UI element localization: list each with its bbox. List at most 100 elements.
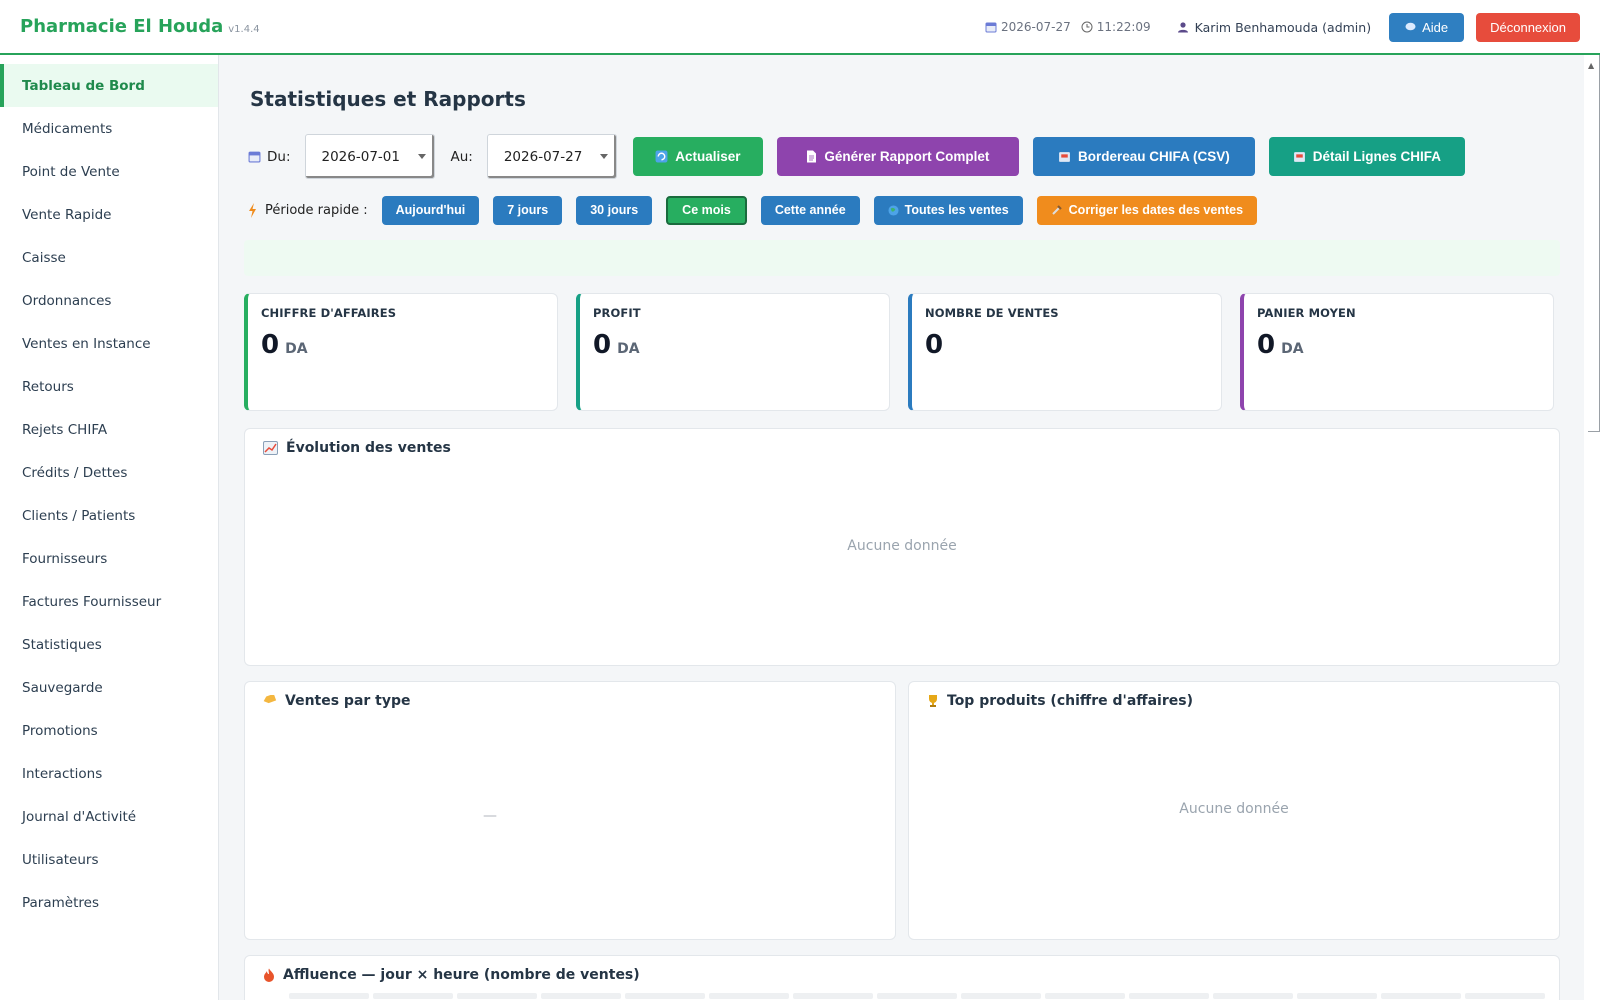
quick-all-sales-button[interactable]: Toutes les ventes bbox=[873, 195, 1023, 225]
sidebar-item-promotions[interactable]: Promotions bbox=[0, 709, 218, 752]
top-products-card: Top produits (chiffre d'affaires) Aucune… bbox=[908, 681, 1560, 940]
tools-icon bbox=[1051, 204, 1063, 216]
to-date-input[interactable]: 2026-07-27 bbox=[486, 134, 617, 179]
main-content: Statistiques et Rapports Du: 2026-07-01 … bbox=[220, 57, 1584, 1000]
kpi-card-sales-count: NOMBRE DE VENTES 0 bbox=[908, 293, 1222, 411]
help-label: Aide bbox=[1422, 19, 1449, 35]
fix-sale-dates-button[interactable]: Corriger les dates des ventes bbox=[1036, 195, 1258, 225]
chifa-csv-label: Bordereau CHIFA (CSV) bbox=[1077, 149, 1230, 164]
heatmap-cell bbox=[1297, 993, 1377, 999]
heatmap-cell bbox=[1129, 993, 1209, 999]
quick-period-label-group: Période rapide : bbox=[248, 202, 368, 218]
app-version: v1.4.4 bbox=[228, 24, 260, 35]
kpi-avg-basket-value-group: 0 DA bbox=[1257, 330, 1553, 360]
speech-bubble-icon bbox=[1405, 22, 1416, 32]
trophy-icon bbox=[927, 694, 939, 708]
page-scrollbar[interactable]: ▲ bbox=[1584, 55, 1600, 1000]
sidebar-item-point-de-vente[interactable]: Point de Vente bbox=[0, 150, 218, 193]
sidebar-item-medicaments[interactable]: Médicaments bbox=[0, 107, 218, 150]
sales-by-type-card: Ventes par type — bbox=[244, 681, 896, 940]
scroll-up-arrow-icon[interactable]: ▲ bbox=[1588, 61, 1594, 70]
kpi-profit-unit: DA bbox=[617, 341, 640, 357]
document-icon bbox=[806, 150, 817, 163]
sidebar-item-interactions[interactable]: Interactions bbox=[0, 752, 218, 795]
affluence-heatmap-card: Affluence — jour × heure (nombre de vent… bbox=[244, 955, 1560, 1000]
sidebar-item-ordonnances[interactable]: Ordonnances bbox=[0, 279, 218, 322]
quick-this-month-button[interactable]: Ce mois bbox=[666, 195, 747, 225]
affluence-title: Affluence — jour × heure (nombre de vent… bbox=[283, 967, 640, 983]
kpi-card-avg-basket: PANIER MOYEN 0 DA bbox=[1240, 293, 1554, 411]
refresh-button[interactable]: Actualiser bbox=[632, 137, 763, 176]
top-products-title: Top produits (chiffre d'affaires) bbox=[947, 693, 1193, 709]
sidebar: Tableau de Bord Médicaments Point de Ven… bbox=[0, 55, 219, 1000]
sales-evolution-empty: Aucune donnée bbox=[847, 538, 957, 554]
sidebar-item-credits-dettes[interactable]: Crédits / Dettes bbox=[0, 451, 218, 494]
heatmap-cell bbox=[1045, 993, 1125, 999]
sales-evolution-card: Évolution des ventes Aucune donnée bbox=[244, 428, 1560, 666]
logout-button[interactable]: Déconnexion bbox=[1476, 12, 1580, 42]
sidebar-item-tableau-de-bord[interactable]: Tableau de Bord bbox=[0, 64, 218, 107]
kpi-avg-basket-value: 0 bbox=[1257, 330, 1276, 360]
generate-report-label: Générer Rapport Complet bbox=[824, 149, 990, 164]
heatmap-cell bbox=[1381, 993, 1461, 999]
tag-icon bbox=[263, 695, 277, 707]
sales-by-type-title-group: Ventes par type bbox=[263, 693, 411, 709]
app-name: Pharmacie El Houda bbox=[20, 16, 224, 37]
affluence-title-group: Affluence — jour × heure (nombre de vent… bbox=[263, 967, 640, 983]
quick-all-sales-label: Toutes les ventes bbox=[904, 203, 1009, 217]
chart-up-icon bbox=[263, 441, 278, 455]
quick-today-button[interactable]: Aujourd'hui bbox=[381, 195, 480, 225]
sidebar-item-ventes-en-instance[interactable]: Ventes en Instance bbox=[0, 322, 218, 365]
heatmap-cell bbox=[541, 993, 621, 999]
top-products-title-group: Top produits (chiffre d'affaires) bbox=[927, 693, 1193, 709]
sidebar-item-journal-activite[interactable]: Journal d'Activité bbox=[0, 795, 218, 838]
quick-30-days-button[interactable]: 30 jours bbox=[576, 195, 653, 225]
sidebar-item-vente-rapide[interactable]: Vente Rapide bbox=[0, 193, 218, 236]
kpi-avg-basket-label: PANIER MOYEN bbox=[1257, 306, 1356, 320]
inbox-icon bbox=[1293, 150, 1306, 163]
kpi-avg-basket-unit: DA bbox=[1281, 341, 1304, 357]
chifa-csv-button[interactable]: Bordereau CHIFA (CSV) bbox=[1032, 137, 1255, 176]
sidebar-item-clients-patients[interactable]: Clients / Patients bbox=[0, 494, 218, 537]
kpi-profit-value: 0 bbox=[593, 330, 612, 360]
inbox-icon bbox=[1058, 150, 1071, 163]
from-date-input[interactable]: 2026-07-01 bbox=[304, 134, 435, 179]
kpi-sales-count-label: NOMBRE DE VENTES bbox=[925, 306, 1059, 320]
heatmap-cell bbox=[1213, 993, 1293, 999]
sidebar-item-factures-fournisseur[interactable]: Factures Fournisseur bbox=[0, 580, 218, 623]
top-bar: Pharmacie El Houda v1.4.4 2026-07-27 11:… bbox=[0, 0, 1600, 55]
fire-icon bbox=[263, 968, 275, 982]
current-time: 11:22:09 bbox=[1096, 20, 1151, 34]
kpi-revenue-label: CHIFFRE D'AFFAIRES bbox=[261, 306, 397, 320]
sidebar-item-caisse[interactable]: Caisse bbox=[0, 236, 218, 279]
kpi-sales-count-value: 0 bbox=[925, 330, 944, 360]
quick-this-year-button[interactable]: Cette année bbox=[760, 195, 860, 225]
help-button[interactable]: Aide bbox=[1389, 12, 1465, 42]
heatmap-cell bbox=[1465, 993, 1545, 999]
current-date: 2026-07-27 bbox=[1001, 20, 1071, 34]
sidebar-item-rejets-chifa[interactable]: Rejets CHIFA bbox=[0, 408, 218, 451]
calendar-icon bbox=[985, 21, 997, 33]
sidebar-item-statistiques[interactable]: Statistiques bbox=[0, 623, 218, 666]
heatmap-cell bbox=[877, 993, 957, 999]
header-date: 2026-07-27 bbox=[985, 20, 1071, 34]
kpi-profit-label: PROFIT bbox=[593, 306, 641, 320]
sidebar-item-parametres[interactable]: Paramètres bbox=[0, 881, 218, 924]
quick-7-days-button[interactable]: 7 jours bbox=[493, 195, 563, 225]
current-user: Karim Benhamouda (admin) bbox=[1177, 20, 1371, 35]
heatmap-cell bbox=[625, 993, 705, 999]
sales-by-type-title: Ventes par type bbox=[285, 693, 411, 709]
heatmap-cell bbox=[457, 993, 537, 999]
fix-sale-dates-label: Corriger les dates des ventes bbox=[1068, 203, 1244, 217]
sidebar-item-fournisseurs[interactable]: Fournisseurs bbox=[0, 537, 218, 580]
from-label: Du: bbox=[267, 148, 291, 165]
heatmap-cell bbox=[793, 993, 873, 999]
refresh-label: Actualiser bbox=[675, 149, 741, 164]
date-filter-row: Du: 2026-07-01 Au: 2026-07-27 Actualiser… bbox=[248, 134, 1465, 179]
sidebar-item-utilisateurs[interactable]: Utilisateurs bbox=[0, 838, 218, 881]
sidebar-item-sauvegarde[interactable]: Sauvegarde bbox=[0, 666, 218, 709]
generate-report-button[interactable]: Générer Rapport Complet bbox=[776, 137, 1019, 176]
sidebar-item-retours[interactable]: Retours bbox=[0, 365, 218, 408]
chifa-detail-button[interactable]: Détail Lignes CHIFA bbox=[1268, 137, 1465, 176]
sales-evolution-title-group: Évolution des ventes bbox=[263, 440, 451, 456]
